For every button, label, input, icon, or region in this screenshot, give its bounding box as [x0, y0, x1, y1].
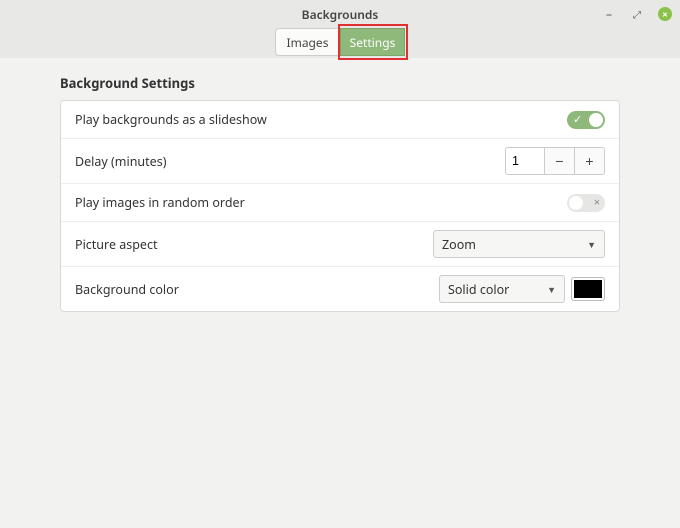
bgcolor-mode-value: Solid color — [448, 281, 509, 298]
slideshow-toggle[interactable]: ✓ — [567, 111, 605, 129]
chevron-down-icon: ▼ — [547, 283, 556, 296]
check-icon: ✓ — [573, 113, 582, 127]
aspect-label: Picture aspect — [75, 236, 158, 253]
titlebar: Backgrounds – ⤢ × — [0, 0, 680, 28]
aspect-value: Zoom — [442, 236, 476, 253]
section-title: Background Settings — [60, 74, 620, 92]
x-icon: × — [594, 196, 600, 210]
toggle-knob — [569, 196, 583, 210]
aspect-select[interactable]: Zoom ▼ — [433, 230, 605, 258]
content-area: Background Settings Play backgrounds as … — [0, 58, 680, 328]
chevron-down-icon: ▼ — [587, 238, 596, 251]
random-toggle[interactable]: × — [567, 194, 605, 212]
row-delay: Delay (minutes) − + — [61, 139, 619, 184]
settings-panel: Play backgrounds as a slideshow ✓ Delay … — [60, 100, 620, 312]
slideshow-label: Play backgrounds as a slideshow — [75, 111, 267, 128]
row-aspect: Picture aspect Zoom ▼ — [61, 222, 619, 267]
delay-decrement-button[interactable]: − — [545, 147, 575, 175]
delay-increment-button[interactable]: + — [575, 147, 605, 175]
delay-label: Delay (minutes) — [75, 153, 166, 170]
toggle-knob — [589, 113, 603, 127]
tab-bar: Images Settings — [0, 28, 680, 58]
close-icon[interactable]: × — [658, 7, 672, 21]
row-bgcolor: Background color Solid color ▼ — [61, 267, 619, 311]
delay-input[interactable] — [505, 147, 545, 175]
row-random: Play images in random order × — [61, 184, 619, 222]
tab-images[interactable]: Images — [275, 28, 340, 56]
swatch-inner — [574, 280, 602, 298]
random-label: Play images in random order — [75, 194, 245, 211]
maximize-icon[interactable]: ⤢ — [630, 7, 644, 21]
row-slideshow: Play backgrounds as a slideshow ✓ — [61, 101, 619, 139]
window-title: Backgrounds — [302, 6, 379, 23]
tab-settings[interactable]: Settings — [340, 28, 405, 56]
delay-stepper: − + — [505, 147, 605, 175]
minimize-icon[interactable]: – — [602, 7, 616, 21]
bgcolor-swatch[interactable] — [571, 277, 605, 301]
bgcolor-label: Background color — [75, 281, 179, 298]
window-controls: – ⤢ × — [602, 0, 672, 28]
bgcolor-mode-select[interactable]: Solid color ▼ — [439, 275, 565, 303]
